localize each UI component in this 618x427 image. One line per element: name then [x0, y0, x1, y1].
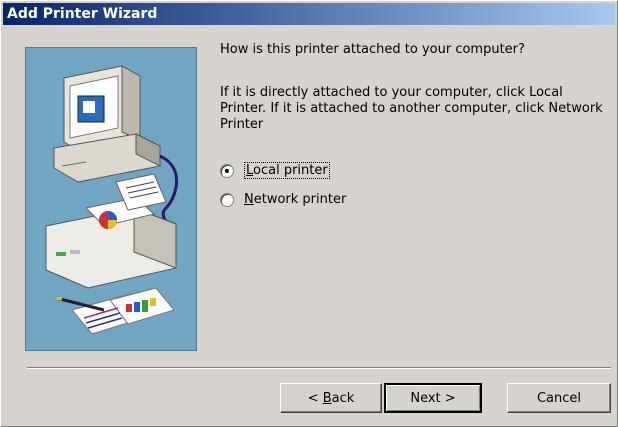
radio-local-printer[interactable]	[220, 163, 234, 178]
network-printer-option[interactable]: Network printer	[220, 192, 346, 207]
question-text: How is this printer attached to your com…	[220, 42, 525, 57]
instructions-text: If it is directly attached to your compu…	[220, 85, 603, 132]
radio-network-printer[interactable]	[220, 192, 234, 207]
local-printer-option[interactable]: Local printer	[220, 162, 330, 179]
network-printer-label: Network printer	[244, 192, 346, 207]
network-printer-mnemonic: N	[244, 192, 254, 207]
title-bar: Add Printer Wizard	[3, 3, 615, 25]
next-button-label: Next >	[410, 390, 456, 406]
computer-printer-illustration-icon	[45, 65, 178, 335]
back-button[interactable]: < Back	[280, 383, 382, 413]
cancel-button[interactable]: Cancel	[507, 383, 611, 413]
back-button-mnemonic: B	[322, 390, 332, 406]
wizard-illustration	[25, 47, 197, 351]
local-printer-mnemonic: L	[246, 163, 254, 178]
local-printer-label: Local printer	[244, 162, 330, 179]
next-button[interactable]: Next >	[384, 383, 482, 413]
window-title: Add Printer Wizard	[7, 6, 158, 22]
radio-selected-dot-icon	[225, 168, 229, 173]
back-button-rest: ack	[331, 390, 355, 406]
add-printer-wizard-window: Add Printer Wizard How is this printer a…	[0, 0, 618, 427]
cancel-button-label: Cancel	[536, 390, 582, 406]
network-printer-label-rest: etwork printer	[253, 192, 347, 207]
back-button-prefix: <	[307, 390, 323, 406]
local-printer-label-rest: ocal printer	[253, 163, 328, 178]
button-divider	[27, 367, 611, 369]
